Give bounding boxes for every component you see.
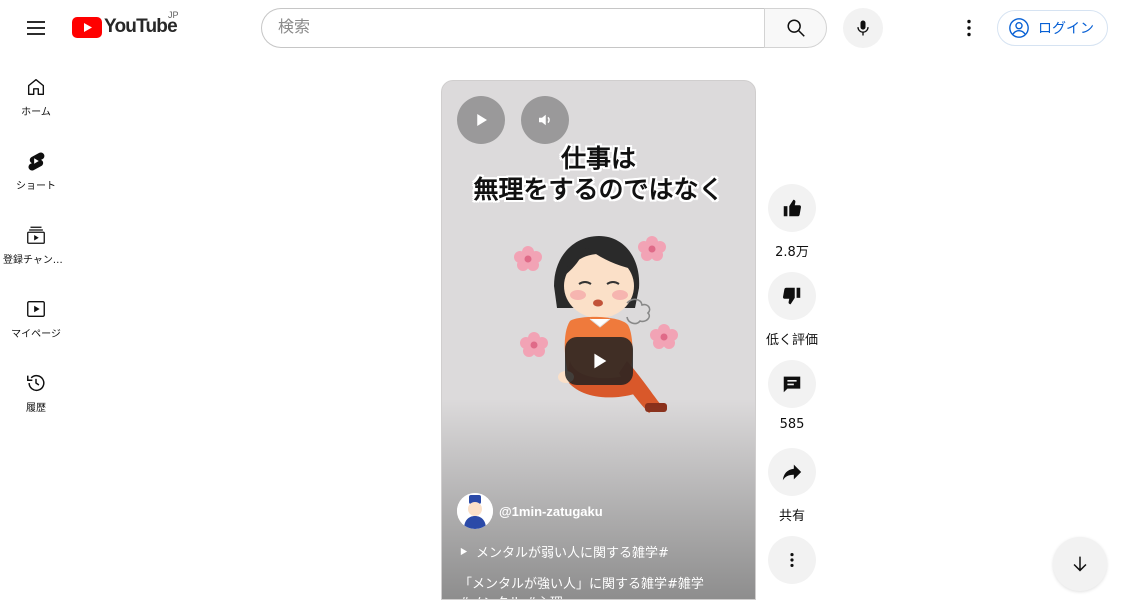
short-video-player[interactable]: 仕事は 無理をするのではなく @1min-zatugaku メンタルが弱い人に関… xyxy=(441,80,756,600)
play-icon xyxy=(477,114,487,126)
sidebar-item-subscriptions[interactable]: 登録チャンネル xyxy=(0,204,72,278)
login-label: ログイン xyxy=(1038,21,1094,37)
playlist-title: メンタルが弱い人に関する雑学# xyxy=(476,546,669,561)
dislike-button[interactable] xyxy=(768,272,816,320)
channel-avatar[interactable] xyxy=(457,493,493,529)
history-icon xyxy=(27,375,45,392)
next-video-button[interactable] xyxy=(1053,537,1107,591)
description-line-2: #メンタル #心理 xyxy=(459,592,563,599)
caption-line-2: 無理をするのではなく xyxy=(473,175,724,204)
like-count: 2.8万 xyxy=(775,245,809,260)
library-icon xyxy=(27,300,45,318)
account-circle-icon xyxy=(1009,18,1029,38)
masthead: YouTube JP ログイン xyxy=(0,0,1124,56)
like-button[interactable] xyxy=(768,184,816,232)
play-icon xyxy=(594,353,607,369)
sidebar-item-history[interactable]: 履歴 xyxy=(0,352,72,426)
search-icon xyxy=(786,19,805,37)
volume-icon xyxy=(539,114,550,126)
arrow-down-icon xyxy=(1073,556,1087,572)
shorts-icon xyxy=(28,152,45,171)
play-pause-button[interactable] xyxy=(457,96,505,144)
logo-wordmark: YouTube xyxy=(104,16,178,37)
play-arrow-icon xyxy=(460,547,468,556)
comments-action: 585 xyxy=(767,360,817,432)
login-button[interactable]: ログイン xyxy=(997,10,1108,46)
comments-button[interactable] xyxy=(768,360,816,408)
subscriptions-icon xyxy=(27,226,45,244)
sidebar-item-shorts[interactable]: ショート xyxy=(0,130,72,204)
microphone-icon xyxy=(857,20,869,36)
settings-more-button[interactable] xyxy=(949,8,989,48)
more-options-button[interactable] xyxy=(768,536,816,584)
channel-info[interactable]: @1min-zatugaku xyxy=(457,493,603,529)
avatar-image xyxy=(457,493,493,529)
dislike-action: 低く評価 xyxy=(766,272,819,348)
sidebar-item-label: マイページ xyxy=(11,329,61,340)
kebab-menu-icon xyxy=(790,553,794,567)
search-button[interactable] xyxy=(764,8,827,48)
search-input[interactable] xyxy=(261,8,764,48)
share-label: 共有 xyxy=(778,509,805,524)
channel-handle[interactable]: @1min-zatugaku xyxy=(499,504,603,519)
voice-search-button[interactable] xyxy=(843,8,883,48)
mini-guide: ホーム ショート 登録チャンネル マイページ 履歴 xyxy=(0,56,72,426)
kebab-menu-icon xyxy=(967,19,971,37)
sidebar-item-label: ホーム xyxy=(21,107,51,118)
share-action: 共有 xyxy=(767,448,817,524)
sidebar-item-you[interactable]: マイページ xyxy=(0,278,72,352)
like-action: 2.8万 xyxy=(767,184,817,260)
guide-menu-button[interactable] xyxy=(16,8,56,48)
mute-button[interactable] xyxy=(521,96,569,144)
caption-line-1: 仕事は xyxy=(560,144,636,173)
dislike-label: 低く評価 xyxy=(766,333,819,348)
sidebar-item-label: 登録チャンネル xyxy=(3,255,69,266)
center-play-button[interactable] xyxy=(565,337,633,385)
comment-count: 585 xyxy=(779,417,805,432)
youtube-logo[interactable]: YouTube xyxy=(72,15,178,39)
hamburger-icon xyxy=(27,21,45,35)
thumbs-up-icon xyxy=(783,199,802,217)
region-code: JP xyxy=(168,10,179,20)
playlist-link[interactable]: メンタルが弱い人に関する雑学# xyxy=(459,542,669,561)
share-button[interactable] xyxy=(768,448,816,496)
thumbs-down-icon xyxy=(782,287,801,305)
sidebar-item-label: ショート xyxy=(16,181,56,192)
youtube-play-logo-icon xyxy=(72,16,102,38)
description-line-1: 「メンタルが強い人」に関する雑学#雑学 xyxy=(459,577,704,592)
more-action xyxy=(767,536,817,584)
comment-icon xyxy=(783,376,801,393)
search-box xyxy=(261,8,827,48)
home-icon xyxy=(27,78,45,96)
share-icon xyxy=(782,464,802,481)
sidebar-item-home[interactable]: ホーム xyxy=(0,56,72,130)
sidebar-item-label: 履歴 xyxy=(26,403,46,414)
